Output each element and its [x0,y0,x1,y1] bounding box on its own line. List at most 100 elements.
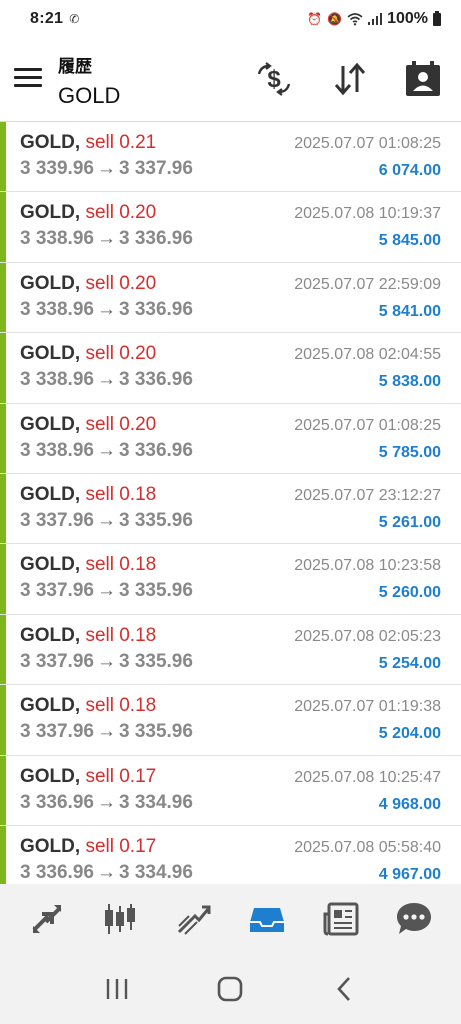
open-price: 3 338.96 [20,369,94,391]
trade-row[interactable]: GOLD, sell 0.18 3 337.96 → 3 335.96 2025.07.… [0,614,461,686]
sort-button[interactable] [331,60,369,98]
menu-button[interactable] [14,68,42,90]
trade-time: 2025.07.07 01:08:25 [294,135,441,152]
trade-side-volume: sell 0.20 [85,202,157,224]
trade-row[interactable]: GOLD, sell 0.17 3 336.96 → 3 334.96 2025.07.… [0,755,461,826]
trade-title: GOLD, sell 0.20 [20,273,156,295]
trade-prices: 3 337.96 → 3 335.96 [20,580,193,602]
trade-profit: 5 204.00 [378,725,441,743]
trade-time: 2025.07.08 10:19:37 [294,205,441,223]
arrow-icon: → [96,509,116,531]
trade-row[interactable]: GOLD, sell 0.20 3 338.96 → 3 336.96 2025.07.… [0,262,461,334]
nav-chart[interactable] [96,895,144,943]
arrow-icon: → [96,298,116,320]
trade-profit: 5 841.00 [378,302,441,320]
trade-profit: 5 785.00 [378,443,441,461]
profit-indicator-bar [0,755,6,825]
mute-icon: 🔕 [327,12,343,26]
trade-row[interactable]: GOLD, sell 0.18 3 337.96 → 3 335.96 2025.07.… [0,544,461,615]
app-root: 8:21 ✆ ⏰ 🔕 100% 履歴 GOLD $ GOLD, sell 0.2… [0,0,461,1024]
open-price: 3 338.96 [20,298,94,320]
trade-symbol: GOLD, [20,272,81,294]
trade-row[interactable]: GOLD, sell 0.21 3 339.96 → 3 337.96 2025.07.… [0,122,461,193]
close-price: 3 335.96 [118,650,193,672]
trade-prices: 3 336.96 → 3 334.96 [20,862,193,884]
trade-profit: 4 967.00 [378,865,441,883]
trade-row[interactable]: GOLD, sell 0.18 3 337.96 → 3 335.96 2025.07.… [0,473,461,545]
trade-side-volume: sell 0.20 [85,272,157,294]
battery-percent: 100% [387,10,428,27]
nav-history[interactable] [243,895,291,943]
recent-apps-button[interactable] [97,969,137,1009]
trade-time: 2025.07.07 23:12:27 [294,486,441,504]
close-price: 3 334.96 [118,791,193,813]
trade-time: 2025.07.08 10:25:47 [294,768,441,786]
close-price: 3 336.96 [118,298,193,320]
close-price: 3 334.96 [118,861,193,883]
status-icons: ⏰ 🔕 100% [307,10,441,28]
close-price: 3 336.96 [118,228,193,250]
signal-icon [368,13,383,25]
trade-side-volume: sell 0.18 [85,483,157,505]
quotes-icon [32,905,62,933]
wifi-calling-icon: ✆ [69,12,80,26]
arrow-icon: → [96,861,116,883]
trade-side-volume: sell 0.18 [85,554,157,576]
open-price: 3 337.96 [20,580,94,602]
chat-icon [397,903,432,934]
trade-side-volume: sell 0.18 [85,624,157,646]
arrow-icon: → [96,580,116,602]
history-icon [250,908,285,932]
trade-symbol: GOLD, [20,554,81,576]
arrow-icon: → [96,650,116,672]
recent-apps-icon [106,979,128,999]
trade-symbol: GOLD, [20,483,81,505]
open-price: 3 339.96 [20,158,94,179]
trade-title: GOLD, sell 0.18 [20,625,156,647]
trade-row[interactable]: GOLD, sell 0.18 3 337.96 → 3 335.96 2025.07.… [0,685,461,756]
trade-time: 2025.07.07 22:59:09 [294,275,441,293]
trade-row[interactable]: GOLD, sell 0.20 3 338.96 → 3 336.96 2025.07.… [0,403,461,474]
arrow-icon: → [96,791,116,813]
close-price: 3 337.96 [118,158,193,179]
open-price: 3 336.96 [20,791,94,813]
trade-side-volume: sell 0.17 [85,835,157,857]
open-price: 3 337.96 [20,650,94,672]
trade-row[interactable]: GOLD, sell 0.20 3 338.96 → 3 336.96 2025.07.… [0,192,461,263]
home-icon [218,976,243,1002]
back-button[interactable] [324,969,364,1009]
trade-profit: 5 260.00 [378,584,441,602]
trade-profit: 5 254.00 [378,654,441,672]
trade-prices: 3 338.96 → 3 336.96 [20,299,193,321]
report-button[interactable] [404,60,442,98]
contact-calendar-icon [406,61,440,96]
trade-title: GOLD, sell 0.20 [20,202,156,224]
trade-side-volume: sell 0.20 [85,343,157,365]
currency-button[interactable]: $ [255,60,293,98]
page-title: 履歴 [58,57,92,76]
back-icon [337,977,351,1001]
profit-indicator-bar [0,122,6,192]
trade-prices: 3 338.96 → 3 336.96 [20,440,193,462]
symbol-title: GOLD [58,83,121,108]
trade-prices: 3 337.96 → 3 335.96 [20,721,193,743]
trade-row[interactable]: GOLD, sell 0.20 3 338.96 → 3 336.96 2025.07.… [0,333,461,404]
trade-side-volume: sell 0.18 [85,695,157,717]
nav-chat[interactable] [390,895,438,943]
home-button[interactable] [210,969,250,1009]
trade-title: GOLD, sell 0.17 [20,836,156,858]
trade-profit: 4 968.00 [378,795,441,813]
nav-news[interactable] [317,895,365,943]
trade-history-list[interactable]: GOLD, sell 0.21 3 339.96 → 3 337.96 2025.07.… [0,122,461,884]
trade-row[interactable]: GOLD, sell 0.17 3 336.96 → 3 334.96 2025.07.… [0,825,461,884]
open-price: 3 337.96 [20,721,94,743]
trade-icon [177,905,211,935]
trade-symbol: GOLD, [20,413,81,435]
trade-prices: 3 338.96 → 3 336.96 [20,228,193,250]
nav-quotes[interactable] [23,895,71,943]
profit-indicator-bar [0,614,6,685]
battery-icon [433,10,441,26]
sort-icon [334,62,366,96]
trade-profit: 5 845.00 [378,232,441,250]
nav-trade[interactable] [170,895,218,943]
